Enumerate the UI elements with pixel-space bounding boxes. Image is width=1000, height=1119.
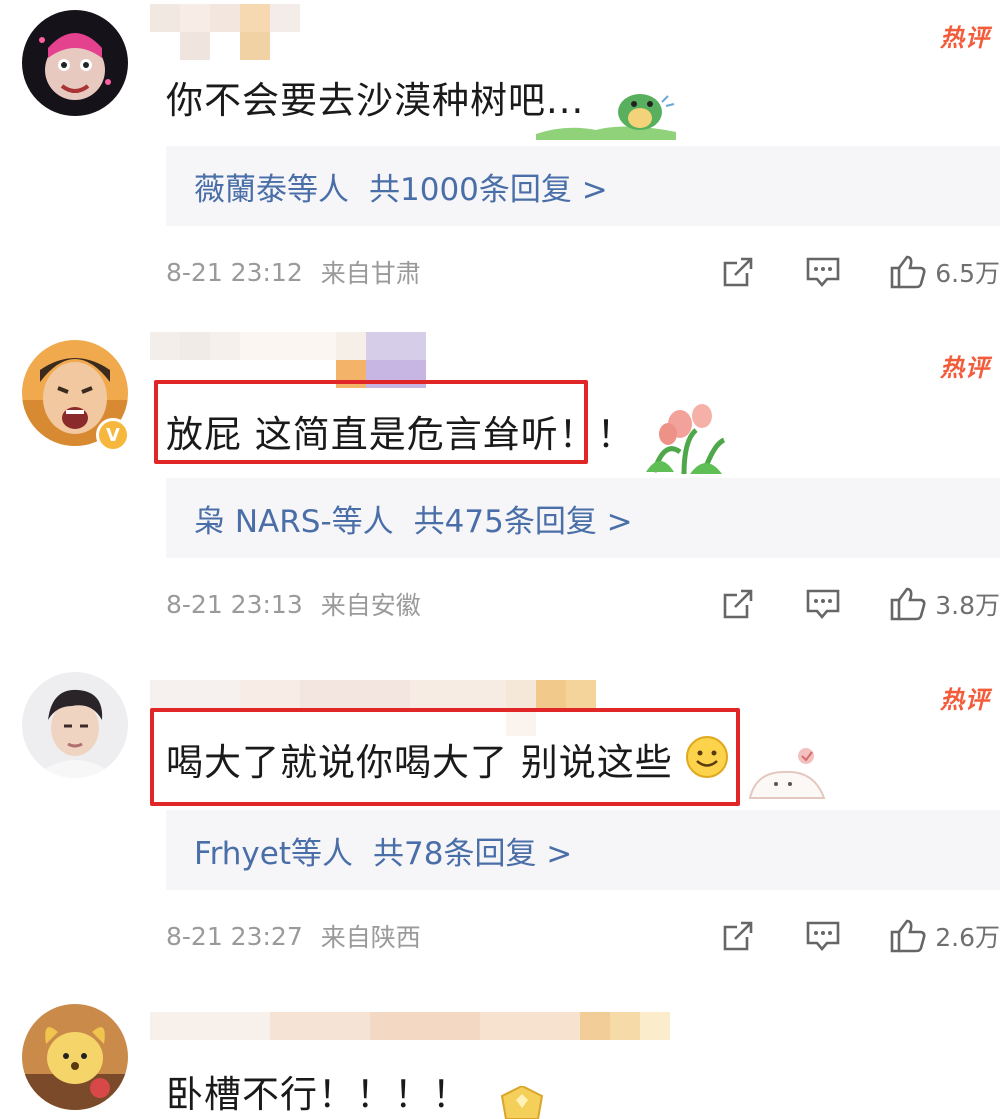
thumbs-up-icon <box>890 587 926 621</box>
comment-location: 来自陕西 <box>320 923 421 952</box>
comment-icon <box>806 257 840 288</box>
like-button[interactable]: 3.8万 <box>889 586 1000 622</box>
comment-item: V 热评 放屁 这简直是危言耸听！！ 枭 NARS-等人 共475条回复 > 8… <box>0 330 1000 660</box>
like-button[interactable]: 2.6万 <box>889 918 1000 954</box>
comment-icon <box>806 589 840 620</box>
comment-item: 卧槽不行！！！！ <box>0 994 1000 1119</box>
comment-location: 来自安徽 <box>320 591 421 620</box>
reply-count-link[interactable]: 共1000条回复 > <box>369 164 608 209</box>
highlight-box <box>150 708 740 806</box>
comment-time: 8-21 23:12 <box>166 257 303 287</box>
comment-item: 热评 喝大了就说你喝大了 别说这些 Frhyet等人 共78条回复 > 8-21… <box>0 662 1000 992</box>
reply-names[interactable]: 薇蘭泰等人 <box>194 164 349 209</box>
username-mosaic[interactable] <box>150 1012 670 1068</box>
reply-button[interactable] <box>805 919 841 953</box>
comment-meta: 8-21 23:12 来自甘肃 6.5万 <box>166 248 1000 296</box>
reply-summary[interactable]: Frhyet等人 共78条回复 > <box>166 810 1000 890</box>
comment-feed: 热评 你不会要去沙漠种树吧... 薇蘭泰等人 共1000条回复 > 8-21 2… <box>0 0 1000 1119</box>
reply-count-link[interactable]: 共475条回复 > <box>414 496 633 541</box>
comment-location: 来自甘肃 <box>320 259 421 288</box>
reply-button[interactable] <box>805 587 841 621</box>
reply-button[interactable] <box>805 255 841 289</box>
like-count: 3.8万 <box>935 591 1000 620</box>
comment-meta: 8-21 23:27 来自陕西 2.6万 <box>166 912 1000 960</box>
cat-sticker <box>744 744 830 806</box>
man-portrait-avatar[interactable] <box>22 672 128 778</box>
verified-badge: V <box>96 418 130 452</box>
reply-names[interactable]: 枭 NARS-等人 <box>194 496 394 541</box>
gold-badge-sticker <box>494 1084 550 1119</box>
comment-item: 热评 你不会要去沙漠种树吧... 薇蘭泰等人 共1000条回复 > 8-21 2… <box>0 0 1000 320</box>
thumbs-up-icon <box>890 919 926 953</box>
comment-text: 卧槽不行！！！！ <box>166 1073 470 1116</box>
comment-time: 8-21 23:27 <box>166 921 303 951</box>
share-button[interactable] <box>721 587 755 621</box>
comment-icon <box>806 921 840 952</box>
tulip-sticker <box>644 400 728 480</box>
like-count: 6.5万 <box>935 259 1000 288</box>
like-button[interactable]: 6.5万 <box>889 254 1000 290</box>
hot-comment-badge: 热评 <box>940 354 990 382</box>
hot-comment-badge: 热评 <box>940 24 990 52</box>
highlight-box <box>154 380 588 464</box>
reply-names[interactable]: Frhyet等人 <box>194 828 353 873</box>
reply-summary[interactable]: 枭 NARS-等人 共475条回复 > <box>166 478 1000 558</box>
reply-summary[interactable]: 薇蘭泰等人 共1000条回复 > <box>166 146 1000 226</box>
comment-meta: 8-21 23:13 来自安徽 3.8万 <box>166 580 1000 628</box>
username-mosaic[interactable] <box>150 4 300 60</box>
comment-text: 你不会要去沙漠种树吧... <box>166 79 585 122</box>
cartoon-dog-avatar[interactable] <box>22 1004 128 1110</box>
thumbs-up-icon <box>890 255 926 289</box>
comment-time: 8-21 23:13 <box>166 589 303 619</box>
hot-comment-badge: 热评 <box>940 686 990 714</box>
share-icon <box>723 921 753 951</box>
cartoon-face-avatar[interactable] <box>22 10 128 116</box>
turtle-sticker <box>536 84 676 144</box>
share-icon <box>723 589 753 619</box>
share-icon <box>723 257 753 287</box>
reply-count-link[interactable]: 共78条回复 > <box>373 828 572 873</box>
share-button[interactable] <box>721 919 755 953</box>
like-count: 2.6万 <box>935 923 1000 952</box>
share-button[interactable] <box>721 255 755 289</box>
